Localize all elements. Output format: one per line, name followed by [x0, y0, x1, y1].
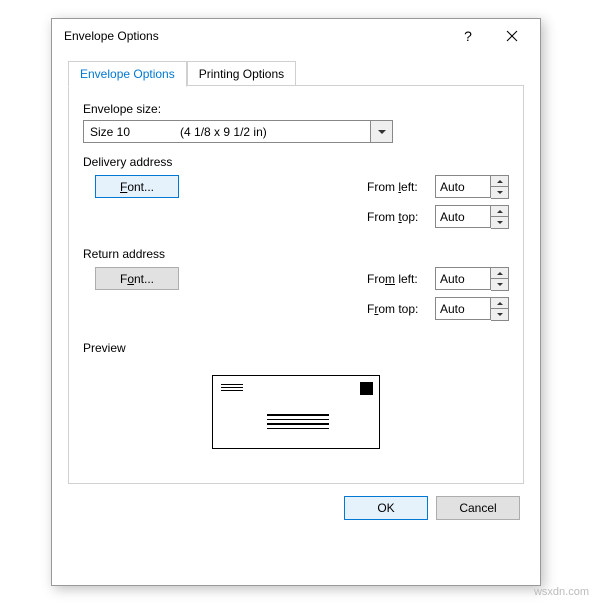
tab-panel: Envelope size: Size 10 (4 1/8 x 9 1/2 in…	[68, 86, 524, 484]
envelope-preview-icon	[212, 375, 380, 449]
delivery-from-left-input[interactable]	[435, 175, 491, 198]
return-font-button[interactable]: Font...	[95, 267, 179, 290]
button-label: Cancel	[459, 501, 496, 515]
from-left-label: From left:	[367, 272, 435, 286]
titlebar: Envelope Options ?	[52, 19, 540, 53]
tab-label: Envelope Options	[80, 67, 175, 81]
triangle-down-icon	[497, 313, 503, 316]
delivery-from-left-row: From left:	[367, 175, 509, 199]
delivery-from-top-spinner	[435, 205, 509, 229]
delivery-from-top-row: From top:	[367, 205, 509, 229]
button-label: Font...	[120, 180, 154, 194]
delivery-address-label: Delivery address	[83, 155, 509, 169]
delivery-font-button[interactable]: Font...	[95, 175, 179, 198]
return-from-top-input[interactable]	[435, 297, 491, 320]
return-from-left-row: From left:	[367, 267, 509, 291]
tab-envelope-options[interactable]: Envelope Options	[68, 61, 187, 87]
close-icon	[506, 30, 518, 42]
dropdown-button[interactable]	[371, 120, 393, 143]
triangle-up-icon	[497, 302, 503, 305]
ok-button[interactable]: OK	[344, 496, 428, 520]
spin-up-button[interactable]	[491, 206, 508, 217]
help-icon: ?	[464, 28, 472, 44]
delivery-offsets: From left: From top:	[367, 175, 509, 235]
preview-area	[83, 365, 509, 467]
spin-up-button[interactable]	[491, 298, 508, 309]
stamp-icon	[360, 382, 373, 395]
delivery-address-group: Font... From left: F	[83, 175, 509, 235]
triangle-down-icon	[497, 221, 503, 224]
tab-label: Printing Options	[199, 67, 284, 81]
return-from-top-spinner	[435, 297, 509, 321]
from-top-label: From top:	[367, 210, 435, 224]
close-button[interactable]	[490, 22, 534, 50]
dialog-body: Envelope Options Printing Options Envelo…	[52, 53, 540, 534]
spin-up-button[interactable]	[491, 268, 508, 279]
return-address-label: Return address	[83, 247, 509, 261]
dialog-title: Envelope Options	[64, 29, 446, 43]
return-address-lines-icon	[221, 384, 243, 393]
triangle-down-icon	[497, 191, 503, 194]
size-name: Size 10	[90, 125, 130, 139]
envelope-options-dialog: Envelope Options ? Envelope Options Prin…	[51, 18, 541, 586]
triangle-up-icon	[497, 210, 503, 213]
return-from-top-row: From top:	[367, 297, 509, 321]
return-from-left-input[interactable]	[435, 267, 491, 290]
chevron-down-icon	[378, 130, 386, 134]
dialog-footer: OK Cancel	[68, 484, 524, 520]
tabstrip: Envelope Options Printing Options	[68, 61, 524, 86]
triangle-up-icon	[497, 180, 503, 183]
envelope-size-label: Envelope size:	[83, 102, 509, 116]
cancel-button[interactable]: Cancel	[436, 496, 520, 520]
spinner-buttons	[491, 175, 509, 199]
preview-label: Preview	[83, 341, 509, 355]
help-button[interactable]: ?	[446, 22, 490, 50]
tab-printing-options[interactable]: Printing Options	[187, 61, 296, 86]
triangle-down-icon	[497, 283, 503, 286]
return-from-left-spinner	[435, 267, 509, 291]
spin-up-button[interactable]	[491, 176, 508, 187]
delivery-from-left-spinner	[435, 175, 509, 199]
spin-down-button[interactable]	[491, 279, 508, 290]
watermark: wsxdn.com	[534, 586, 589, 598]
return-offsets: From left: From top:	[367, 267, 509, 327]
spin-down-button[interactable]	[491, 309, 508, 320]
button-label: OK	[377, 501, 394, 515]
size-dimensions: (4 1/8 x 9 1/2 in)	[180, 125, 267, 139]
delivery-from-top-input[interactable]	[435, 205, 491, 228]
delivery-address-lines-icon	[267, 414, 329, 432]
button-label: Font...	[120, 272, 154, 286]
return-address-group: Font... From left: F	[83, 267, 509, 327]
label-text: Envelope size:	[83, 102, 161, 116]
envelope-size-select[interactable]: Size 10 (4 1/8 x 9 1/2 in)	[83, 120, 393, 143]
spin-down-button[interactable]	[491, 217, 508, 228]
triangle-up-icon	[497, 272, 503, 275]
select-display: Size 10 (4 1/8 x 9 1/2 in)	[83, 120, 371, 143]
spinner-buttons	[491, 205, 509, 229]
from-top-label: From top:	[367, 302, 435, 316]
spinner-buttons	[491, 267, 509, 291]
spinner-buttons	[491, 297, 509, 321]
from-left-label: From left:	[367, 180, 435, 194]
spin-down-button[interactable]	[491, 187, 508, 198]
